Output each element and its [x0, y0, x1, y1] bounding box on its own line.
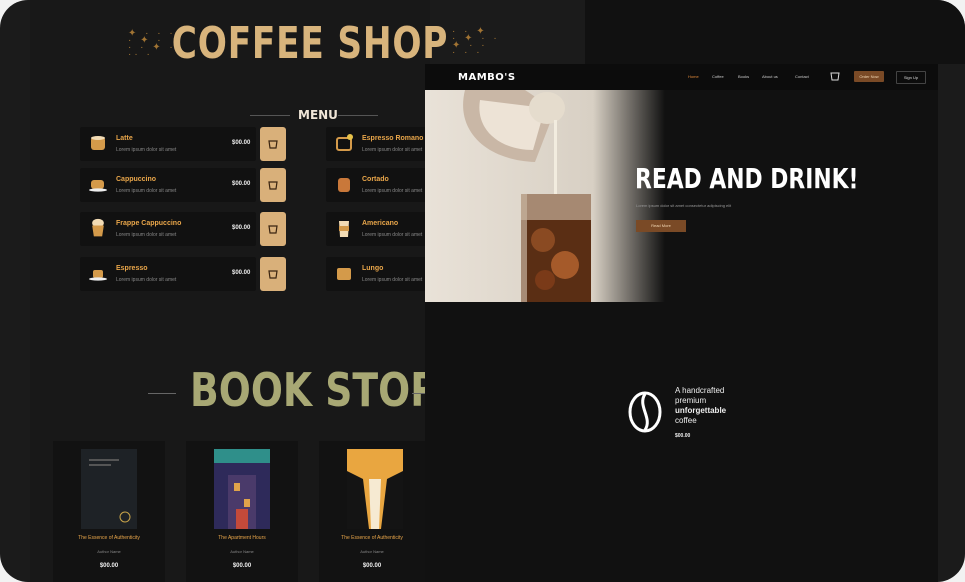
- bookstore-divider-left: [148, 393, 176, 394]
- feature-line: A handcrafted: [675, 386, 725, 395]
- menu-item[interactable]: Cappuccino Lorem ipsum dolor sit amet $0…: [80, 168, 256, 202]
- cortado-cup-icon: [338, 178, 350, 192]
- menu-item-desc: Lorem ipsum dolor sit amet: [116, 188, 177, 194]
- menu-item[interactable]: Espresso Romano Lorem ipsum dolor sit am…: [326, 127, 426, 161]
- menu-item-price: $00.00: [232, 140, 251, 146]
- hero-heading: READ AND DRINK!: [635, 162, 859, 195]
- menu-item[interactable]: Americano Lorem ipsum dolor sit amet: [326, 212, 426, 246]
- add-to-cart-button[interactable]: [260, 127, 286, 161]
- menu-heading: MENU: [298, 108, 338, 122]
- latte-cup-icon: [91, 136, 105, 150]
- book-card[interactable]: The Essence of Authenticity Author Name …: [53, 441, 165, 582]
- menu-item-name: Cappuccino: [116, 176, 157, 183]
- cart-icon[interactable]: [830, 70, 840, 82]
- menu-item-desc: Lorem ipsum dolor sit amet: [362, 147, 423, 153]
- cup-icon: [268, 270, 278, 279]
- sign-up-button[interactable]: Sign Up: [896, 71, 926, 84]
- cup-icon: [268, 140, 278, 149]
- menu-item-price: $00.00: [232, 270, 251, 276]
- add-to-cart-button[interactable]: [260, 257, 286, 291]
- nav-link-about[interactable]: About us: [762, 74, 778, 79]
- book-author: Author Name: [360, 549, 384, 554]
- menu-item-name: Americano: [362, 220, 399, 227]
- order-now-button[interactable]: Order Now: [854, 71, 884, 82]
- top-right-backdrop: [585, 0, 965, 64]
- menu-item-desc: Lorem ipsum dolor sit amet: [362, 188, 423, 194]
- nav-link-home[interactable]: Home: [688, 74, 699, 79]
- feature-description: A handcrafted premium unforgettable coff…: [675, 386, 726, 426]
- americano-cup-icon: [339, 221, 349, 237]
- nav-link-coffee[interactable]: Coffee: [712, 74, 724, 79]
- cup-icon: [268, 225, 278, 234]
- add-to-cart-button[interactable]: [260, 212, 286, 246]
- device-frame: ✦ · · · · ✦ · · · ✦ · ·· · · · ✦ · ✦ · · ✦ · …: [0, 0, 965, 582]
- feature-line: unforgettable: [675, 406, 727, 415]
- menu-item-name: Espresso: [116, 265, 148, 272]
- hero-subtitle: Lorem ipsum dolor sit amet consectetur a…: [636, 203, 732, 208]
- menu-item[interactable]: Frappe Cappuccino Lorem ipsum dolor sit …: [80, 212, 256, 246]
- menu-item[interactable]: Cortado Lorem ipsum dolor sit amet: [326, 168, 426, 202]
- book-price: $00.00: [99, 563, 119, 569]
- cup-icon: [268, 181, 278, 190]
- coffee-shop-title: COFFEE SHOP: [171, 18, 449, 69]
- lungo-cup-icon: [337, 268, 351, 280]
- book-card[interactable]: The Apartment Hours Author Name $00.00: [186, 441, 298, 582]
- menu-item-name: Latte: [116, 135, 133, 142]
- menu-item[interactable]: Latte Lorem ipsum dolor sit amet $00.00: [80, 127, 256, 161]
- menu-item-price: $00.00: [232, 225, 251, 231]
- book-author: Author Name: [97, 549, 121, 554]
- cappuccino-cup-icon: [89, 180, 107, 192]
- menu-item-desc: Lorem ipsum dolor sit amet: [116, 277, 177, 283]
- top-navigation: MAMBO'S Home Coffee Books About us Conta…: [425, 64, 938, 90]
- bookstore-heading: BOOK STORE: [190, 363, 466, 417]
- menu-item[interactable]: Lungo Lorem ipsum dolor sit amet: [326, 257, 426, 291]
- book-cover-image: [81, 449, 137, 529]
- book-author: Author Name: [230, 549, 254, 554]
- espresso-cup-icon: [89, 270, 107, 281]
- menu-item-name: Espresso Romano: [362, 135, 424, 142]
- book-title: The Essence of Authenticity: [341, 535, 403, 541]
- bookstore-divider-right: [412, 393, 426, 394]
- website-mockup: MAMBO'S Home Coffee Books About us Conta…: [425, 64, 938, 582]
- menu-item-desc: Lorem ipsum dolor sit amet: [116, 232, 177, 238]
- menu-divider-left: [250, 115, 290, 116]
- feature-line: coffee: [675, 416, 697, 425]
- nav-link-contact[interactable]: Contact: [795, 74, 809, 79]
- add-to-cart-button[interactable]: [260, 168, 286, 202]
- menu-item-price: $00.00: [232, 181, 251, 187]
- book-price: $00.00: [362, 563, 382, 569]
- read-more-button[interactable]: Read More: [636, 220, 686, 232]
- coffee-bean-icon: [628, 391, 662, 433]
- feature-price: $00.00: [675, 433, 691, 439]
- book-title: The Apartment Hours: [218, 535, 266, 541]
- espresso-romano-cup-icon: [336, 134, 353, 151]
- menu-divider-right: [338, 115, 378, 116]
- frappe-cup-icon: [92, 218, 104, 237]
- menu-item-name: Lungo: [362, 265, 384, 272]
- menu-item-desc: Lorem ipsum dolor sit amet: [362, 232, 423, 238]
- menu-item-desc: Lorem ipsum dolor sit amet: [116, 147, 177, 153]
- site-logo[interactable]: MAMBO'S: [458, 72, 516, 83]
- menu-item[interactable]: Espresso Lorem ipsum dolor sit amet $00.…: [80, 257, 256, 291]
- menu-item-name: Cortado: [362, 176, 389, 183]
- feature-line: premium: [675, 396, 707, 405]
- menu-item-desc: Lorem ipsum dolor sit amet: [362, 277, 423, 283]
- book-title: The Essence of Authenticity: [78, 535, 140, 541]
- book-cover-image: [214, 449, 270, 529]
- book-price: $00.00: [232, 563, 252, 569]
- hero-coffee-image: [425, 90, 665, 302]
- book-cover-image: [347, 449, 403, 529]
- book-card[interactable]: The Essence of Authenticity Author Name …: [319, 441, 425, 582]
- menu-item-name: Frappe Cappuccino: [116, 220, 182, 227]
- nav-link-books[interactable]: Books: [738, 74, 749, 79]
